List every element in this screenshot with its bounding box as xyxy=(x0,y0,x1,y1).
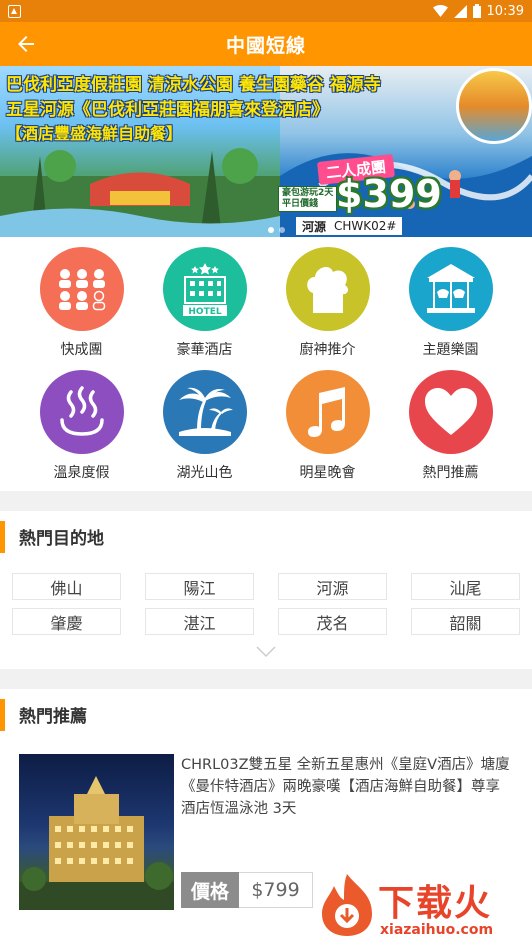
price-value: $799 xyxy=(239,872,313,908)
hot-destinations-header: 熱門目的地 xyxy=(0,511,532,561)
category-item[interactable]: 主題樂園 xyxy=(389,243,512,366)
banner-code-tag: 河源 CHWK02# xyxy=(296,217,403,235)
section-divider xyxy=(0,669,532,689)
expand-destinations-button[interactable] xyxy=(0,635,532,669)
section-accent-bar xyxy=(0,521,5,553)
music-note-icon xyxy=(285,370,370,454)
chef-hat-icon xyxy=(285,247,370,331)
destination-item[interactable]: 湛江 xyxy=(145,608,254,635)
banner-price: $399 xyxy=(336,172,442,216)
destination-item[interactable]: 佛山 xyxy=(12,573,121,600)
banner-promo-note-2: 平日價錢 xyxy=(282,199,319,209)
banner-price-badge: 二人成團 豪包游玩2天 平日價錢 $399 xyxy=(278,154,442,218)
category-label: 快成團 xyxy=(60,342,103,358)
recommend-price-row: 價格 $799 xyxy=(181,872,313,908)
app-bar: 中國短線 xyxy=(0,22,532,66)
banner-promo-note: 豪包游玩2天 平日價錢 xyxy=(278,186,338,212)
category-item[interactable]: 快成團 xyxy=(20,243,143,366)
group-people-icon xyxy=(39,247,124,331)
back-arrow-icon[interactable] xyxy=(14,32,38,56)
category-label: 熱門推薦 xyxy=(422,465,479,481)
status-bar: 10:39 xyxy=(0,0,532,22)
recommend-info: CHRL03Z雙五星 全新五星惠州《皇庭V酒店》塘廈《曼佧特酒店》兩晚豪嘆【酒店… xyxy=(181,754,514,939)
category-label: 主題樂園 xyxy=(422,342,479,358)
wifi-icon xyxy=(432,4,448,17)
status-time: 10:39 xyxy=(486,3,524,19)
app-notification-icon xyxy=(8,4,21,18)
banner-pager-dot[interactable] xyxy=(268,227,274,233)
heart-icon xyxy=(408,370,493,454)
hot-recommend-header: 熱門推薦 xyxy=(0,689,532,739)
battery-icon xyxy=(472,4,481,18)
category-item[interactable]: 明星晚會 xyxy=(266,366,389,489)
hotel-building-icon xyxy=(19,776,174,910)
hot-destinations-title: 熱門目的地 xyxy=(19,528,104,549)
banner-promo-note-1: 豪包游玩2天 xyxy=(282,188,334,198)
banner-text-line1: 巴伐利亞度假莊園 清涼水公園 養生園藥谷 福源寺 xyxy=(6,75,381,95)
category-label: 廚神推介 xyxy=(299,342,356,358)
category-item[interactable]: HOTEL 豪華酒店 xyxy=(143,243,266,366)
svg-text:HOTEL: HOTEL xyxy=(188,307,221,317)
banner-code: CHWK02# xyxy=(334,219,397,233)
category-grid: 快成團 HOTEL 豪華酒店 廚神推介 主題樂園溫泉度假 湖光山色 明星晚會 熱門推薦 xyxy=(0,237,532,491)
hotel-photo-image xyxy=(19,754,174,910)
signal-icon xyxy=(453,4,467,18)
page-title: 中國短線 xyxy=(225,34,306,57)
recommend-card[interactable]: CHRL03Z雙五星 全新五星惠州《皇庭V酒店》塘廈《曼佧特酒店》兩晚豪嘆【酒店… xyxy=(0,739,532,939)
destination-item[interactable]: 汕尾 xyxy=(411,573,520,600)
destination-item[interactable]: 肇慶 xyxy=(12,608,121,635)
status-right: 10:39 xyxy=(432,3,524,19)
hot-spring-icon xyxy=(39,370,124,454)
destination-item[interactable]: 陽江 xyxy=(145,573,254,600)
recommend-title: CHRL03Z雙五星 全新五星惠州《皇庭V酒店》塘廈《曼佧特酒店》兩晚豪嘆【酒店… xyxy=(181,757,510,817)
palm-island-icon xyxy=(162,370,247,454)
banner-place: 河源 xyxy=(302,219,327,234)
price-label: 價格 xyxy=(181,872,239,908)
destination-grid: 佛山 陽江 河源 汕尾肇慶 湛江 茂名 韶關 xyxy=(0,561,532,635)
category-item[interactable]: 廚神推介 xyxy=(266,243,389,366)
category-label: 湖光山色 xyxy=(176,465,233,481)
category-label: 溫泉度假 xyxy=(53,465,110,481)
banner-inset-slide-image xyxy=(456,68,532,144)
banner-pager-dot[interactable] xyxy=(279,227,285,233)
status-left xyxy=(8,4,21,18)
section-accent-bar xyxy=(0,699,5,731)
banner-pager xyxy=(268,227,285,233)
carousel-icon xyxy=(408,247,493,331)
category-label: 明星晚會 xyxy=(299,465,356,481)
hot-recommend-title: 熱門推薦 xyxy=(19,706,87,727)
chevron-down-icon xyxy=(256,646,276,658)
hotel-icon: HOTEL xyxy=(162,247,247,331)
destination-item[interactable]: 韶關 xyxy=(411,608,520,635)
category-label: 豪華酒店 xyxy=(176,342,233,358)
banner-text-line2: 五星河源《巴伐利亞莊園福朋喜來登酒店》 xyxy=(6,100,329,120)
category-item[interactable]: 熱門推薦 xyxy=(389,366,512,489)
banner-text-line3: 【酒店豐盛海鮮自助餐】 xyxy=(6,124,183,143)
destination-item[interactable]: 茂名 xyxy=(278,608,387,635)
category-item[interactable]: 湖光山色 xyxy=(143,366,266,489)
category-item[interactable]: 溫泉度假 xyxy=(20,366,143,489)
section-divider xyxy=(0,491,532,511)
promo-banner[interactable]: 巴伐利亞度假莊園 清涼水公園 養生園藥谷 福源寺 五星河源《巴伐利亞莊園福朋喜來… xyxy=(0,66,532,237)
destination-item[interactable]: 河源 xyxy=(278,573,387,600)
